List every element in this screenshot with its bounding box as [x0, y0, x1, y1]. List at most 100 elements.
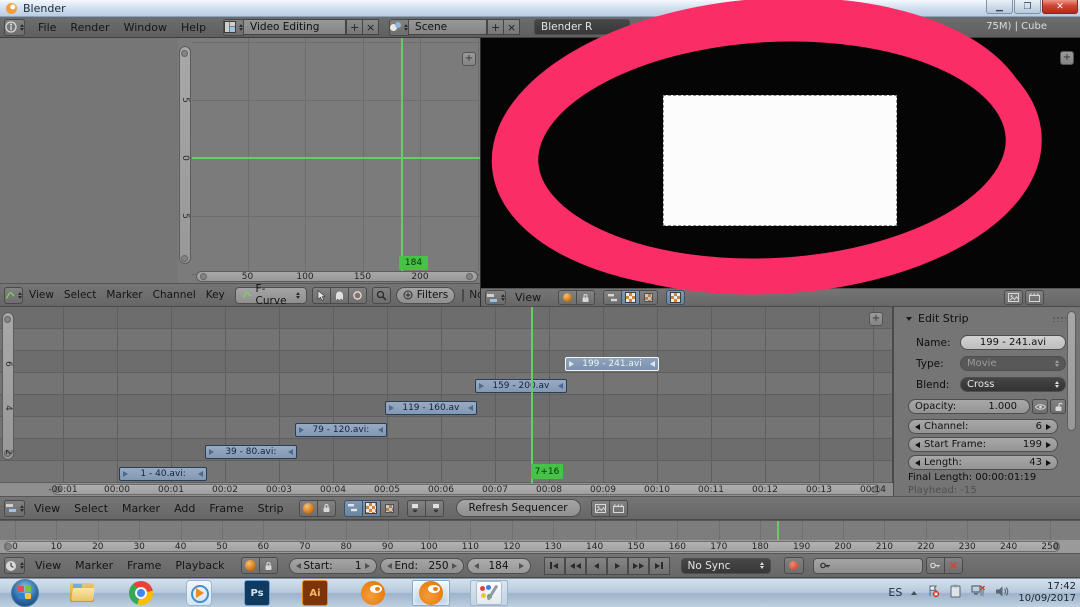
graph-menu-view[interactable]: View	[24, 289, 59, 301]
volume-icon[interactable]	[995, 585, 1009, 601]
seq-menu-select[interactable]: Select	[67, 502, 115, 515]
taskbar-explorer-button[interactable]	[64, 580, 102, 606]
seq-menu-add[interactable]: Add	[167, 502, 202, 515]
strip-right-handle[interactable]	[378, 427, 383, 433]
decrement-arrow[interactable]	[474, 563, 479, 569]
panel-scrollbar[interactable]	[1067, 311, 1076, 431]
fcurve-mode-dropdown[interactable]: F-Curve	[235, 287, 307, 304]
seq-menu-view[interactable]: View	[27, 502, 67, 515]
taskbar-blender-active-button[interactable]	[412, 580, 450, 606]
taskbar-paint-button[interactable]	[470, 580, 508, 606]
menu-window[interactable]: Window	[117, 21, 174, 34]
view-split-button[interactable]	[380, 500, 399, 517]
preview-clip-button[interactable]	[1025, 290, 1044, 305]
menu-file[interactable]: File	[31, 21, 63, 34]
preview-sphere-button[interactable]	[558, 290, 577, 305]
strip-right-handle[interactable]	[288, 449, 293, 455]
graph-editor-canvas[interactable]: + 18450550100150200	[0, 38, 481, 283]
filters-button[interactable]: Filters	[396, 287, 455, 304]
delete-scene-button[interactable]: ×	[503, 19, 520, 35]
start-frame-stepper[interactable]: Start Frame: 199	[908, 437, 1058, 452]
start-frame-field[interactable]: Start: 1	[289, 558, 377, 574]
tray-clock[interactable]: 17:42 10/09/2017	[1018, 581, 1076, 605]
render-engine-dropdown[interactable]: Blender R	[534, 19, 630, 35]
preview-range-button[interactable]	[241, 557, 260, 574]
scroll-dot-right[interactable]	[466, 273, 473, 280]
current-frame-field[interactable]: 184	[467, 558, 531, 574]
keying-set-field[interactable]	[813, 558, 923, 574]
decrement-arrow[interactable]	[915, 460, 920, 466]
taskbar-illustrator-button[interactable]: Ai	[296, 580, 334, 606]
prev-keyframe-button[interactable]	[565, 557, 586, 575]
display-split-button[interactable]	[639, 290, 658, 305]
timeline-menu-marker[interactable]: Marker	[68, 559, 120, 572]
jump-to-start-button[interactable]	[544, 557, 565, 575]
timeline-menu-frame[interactable]: Frame	[120, 559, 168, 572]
restore-button[interactable]: ❐	[1014, 0, 1041, 14]
taskbar-start-button[interactable]	[6, 580, 44, 606]
mute-strip-button[interactable]	[1032, 399, 1048, 414]
panel-collapse-arrow[interactable]	[906, 317, 912, 321]
decrement-arrow[interactable]	[296, 563, 301, 569]
scroll-dot-left[interactable]	[200, 273, 207, 280]
zoom-tool-button[interactable]	[372, 287, 391, 304]
strip-right-handle[interactable]	[558, 383, 563, 389]
decrement-arrow[interactable]	[915, 424, 920, 430]
add-scene-button[interactable]: +	[487, 19, 504, 35]
sequencer-corner-split-widget[interactable]: +	[869, 312, 883, 326]
preview-image-button[interactable]	[1004, 290, 1023, 305]
scroll-dot-top[interactable]	[181, 50, 188, 57]
delete-layout-button[interactable]: ×	[362, 19, 379, 35]
network-status-icon[interactable]	[971, 584, 986, 601]
tweak-mode-button[interactable]	[312, 287, 331, 304]
normalize-checkbox[interactable]	[462, 289, 464, 302]
scene-field[interactable]: Scene	[409, 19, 487, 35]
minimize-button[interactable]: ▁	[986, 0, 1013, 14]
info-editor-type-button[interactable]	[4, 19, 25, 36]
opacity-slider[interactable]: Opacity: 1.000	[908, 399, 1030, 414]
frame-scroll-thumb[interactable]	[4, 541, 1060, 552]
seq-menu-frame[interactable]: Frame	[202, 502, 250, 515]
jump-to-end-button[interactable]	[649, 557, 670, 575]
layout-browse-button[interactable]	[223, 19, 244, 36]
blend-mode-dropdown[interactable]: Cross	[960, 377, 1066, 392]
sequencer-timecode-scrollbar[interactable]: -00:0100:0000:0100:0200:0300:0400:0500:0…	[0, 483, 893, 496]
seq-image-button[interactable]	[591, 500, 610, 517]
refresh-sequencer-button[interactable]: Refresh Sequencer	[456, 499, 581, 517]
graph-menu-channel[interactable]: Channel	[148, 289, 201, 301]
hidden-icons-button[interactable]	[911, 591, 917, 595]
sequencer-strip[interactable]: 79 - 120.avi:	[295, 423, 387, 437]
taskbar-photoshop-button[interactable]: Ps	[238, 580, 276, 606]
action-center-icon[interactable]	[926, 584, 940, 601]
taskbar-chrome-button[interactable]	[122, 580, 160, 606]
timeline-canvas[interactable]	[0, 520, 1080, 540]
record-button[interactable]	[784, 557, 804, 574]
sequencer-canvas[interactable]: 1 - 40.avi:39 - 80.avi:79 - 120.avi:119 …	[0, 307, 893, 483]
taskbar-media-player-button[interactable]	[180, 580, 218, 606]
sequencer-playhead-line[interactable]	[531, 307, 533, 483]
decrement-arrow[interactable]	[915, 442, 920, 448]
preview-menu-view[interactable]: View	[508, 291, 548, 304]
increment-arrow[interactable]	[365, 563, 370, 569]
timeline-playhead-line[interactable]	[777, 521, 779, 540]
graph-menu-select[interactable]: Select	[59, 289, 101, 301]
sync-mode-dropdown[interactable]: No Sync	[681, 558, 771, 574]
preview-editor-type-button[interactable]	[485, 290, 506, 305]
timeline-lock-button[interactable]	[259, 557, 278, 574]
snap-left-button[interactable]	[407, 500, 426, 517]
add-layout-button[interactable]: +	[346, 19, 363, 35]
removable-device-icon[interactable]	[949, 584, 962, 601]
scroll-dot-left[interactable]	[5, 543, 12, 550]
lock-strip-button[interactable]	[1050, 399, 1066, 414]
increment-arrow[interactable]	[519, 563, 524, 569]
menu-render[interactable]: Render	[63, 21, 116, 34]
graph-corner-split-widget[interactable]: +	[462, 52, 476, 66]
seq-clip-button[interactable]	[609, 500, 628, 517]
view-image-button[interactable]	[362, 500, 381, 517]
insert-keyframe-button[interactable]	[926, 557, 945, 574]
sequencer-strip[interactable]: 159 - 200.av	[475, 379, 567, 393]
channel-stepper[interactable]: Channel: 6	[908, 419, 1058, 434]
strip-right-handle[interactable]	[198, 471, 203, 477]
panel-drag-grip[interactable]	[1052, 316, 1066, 322]
graph-playhead-line[interactable]	[401, 38, 403, 271]
